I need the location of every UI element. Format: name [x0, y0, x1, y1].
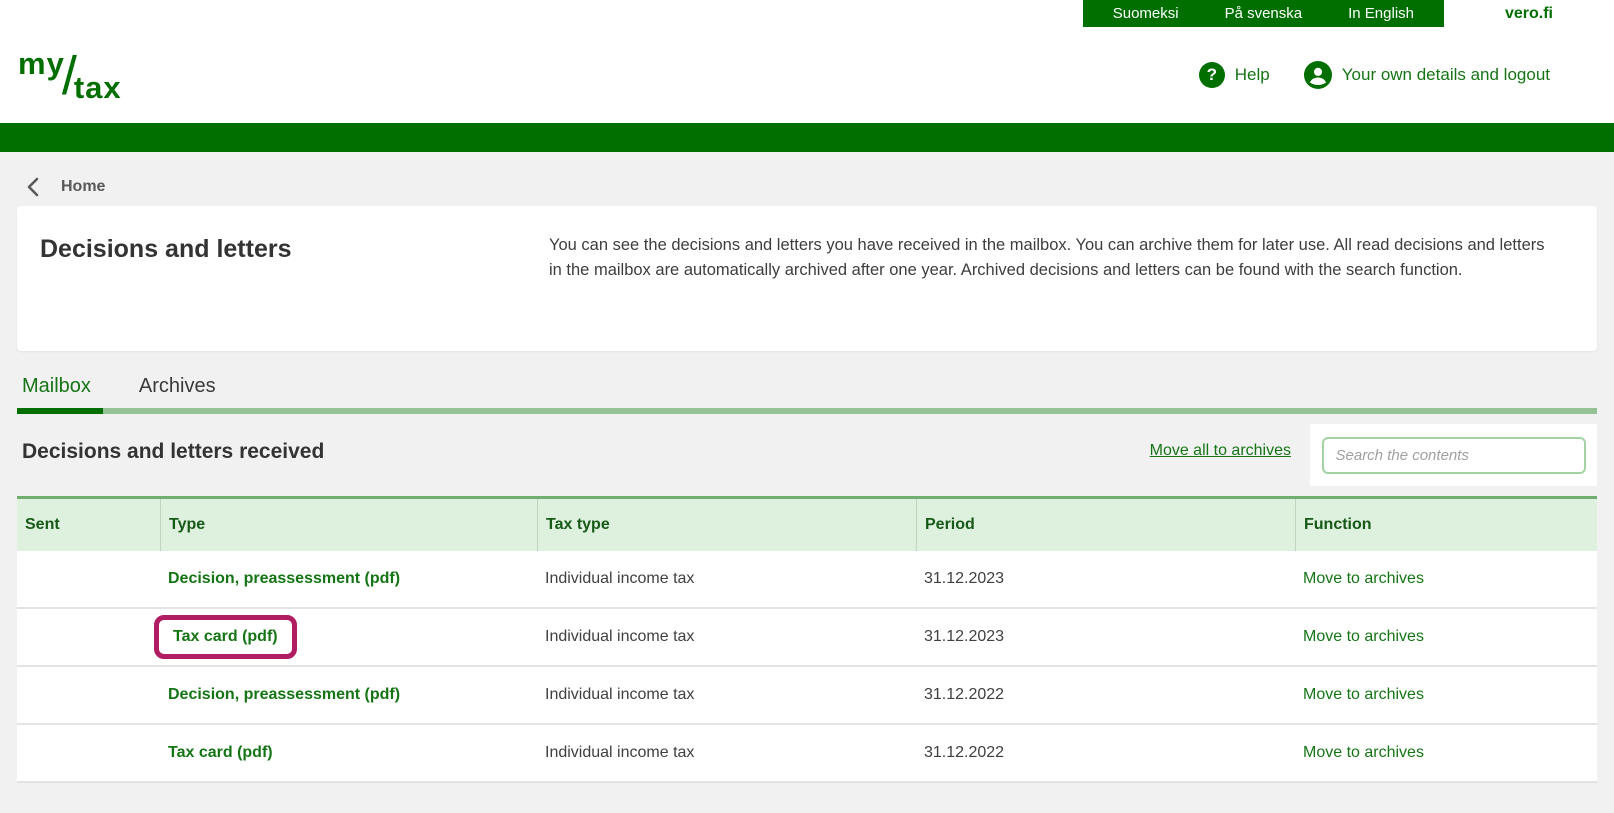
move-to-archives-link[interactable]: Move to archives	[1303, 628, 1424, 646]
move-to-archives-link[interactable]: Move to archives	[1303, 686, 1424, 704]
help-button[interactable]: ? Help	[1198, 62, 1270, 88]
main-content: Home Decisions and letters You can see t…	[0, 152, 1614, 813]
period-cell: 31.12.2023	[924, 628, 1005, 645]
move-all-to-archives-link[interactable]: Move all to archives	[1150, 442, 1291, 460]
person-icon	[1303, 61, 1332, 89]
column-header-period: Period	[916, 499, 1295, 551]
language-link-swedish[interactable]: På svenska	[1225, 5, 1303, 22]
tax-type-cell: Individual income tax	[545, 744, 695, 761]
breadcrumb[interactable]: Home	[27, 152, 1597, 206]
search-input[interactable]	[1321, 436, 1586, 474]
decisions-table: Sent Type Tax type Period Function Decis…	[17, 496, 1597, 783]
account-logout-label: Your own details and logout	[1341, 65, 1550, 84]
column-header-tax-type: Tax type	[537, 499, 916, 551]
verofi-link-wrap: vero.fi	[1444, 0, 1614, 27]
language-strip: Suomeksi På svenska In English	[1082, 0, 1444, 27]
column-header-sent: Sent	[25, 516, 60, 533]
page-title: Decisions and letters	[40, 235, 292, 263]
column-header-function: Function	[1295, 499, 1597, 551]
table-row: Decision, preassessment (pdf) Individual…	[17, 667, 1597, 725]
tax-type-cell: Individual income tax	[545, 628, 695, 645]
logo-text-tax: tax	[73, 69, 122, 105]
move-to-archives-link[interactable]: Move to archives	[1303, 744, 1424, 762]
top-language-bar: Suomeksi På svenska In English vero.fi	[0, 0, 1614, 27]
period-cell: 31.12.2022	[924, 744, 1005, 761]
document-type-link[interactable]: Tax card (pdf)	[168, 744, 273, 762]
chevron-left-icon	[27, 177, 39, 197]
active-tab-indicator	[17, 408, 103, 414]
mytax-logo[interactable]: my/tax	[18, 48, 122, 103]
green-nav-bar	[0, 123, 1614, 152]
site-header: my/tax ? Help Your own details and logou…	[0, 27, 1614, 123]
header-actions: ? Help Your own details and logout	[1198, 61, 1550, 89]
page-description: You can see the decisions and letters yo…	[549, 236, 1545, 279]
help-label: Help	[1234, 65, 1270, 84]
document-type-link[interactable]: Decision, preassessment (pdf)	[168, 570, 400, 588]
intro-card: Decisions and letters You can see the de…	[17, 206, 1597, 351]
verofi-link[interactable]: vero.fi	[1505, 5, 1553, 23]
move-to-archives-link[interactable]: Move to archives	[1303, 570, 1424, 588]
logo-text-my: my	[18, 45, 65, 81]
received-section-header: Decisions and letters received Move all …	[17, 424, 1597, 496]
tab-mailbox[interactable]: Mailbox	[22, 375, 91, 408]
tax-type-cell: Individual income tax	[545, 570, 695, 587]
column-header-type: Type	[160, 499, 537, 551]
search-box-container	[1310, 424, 1597, 486]
document-type-link[interactable]: Tax card (pdf)	[154, 615, 297, 659]
table-row: Tax card (pdf) Individual income tax 31.…	[17, 725, 1597, 783]
help-icon: ?	[1198, 62, 1225, 88]
language-link-english[interactable]: In English	[1348, 5, 1414, 22]
breadcrumb-home-link[interactable]: Home	[61, 178, 105, 196]
tabs: Mailbox Archives	[17, 375, 1597, 414]
tax-type-cell: Individual income tax	[545, 686, 695, 703]
language-link-finnish[interactable]: Suomeksi	[1113, 5, 1179, 22]
table-header-row: Sent Type Tax type Period Function	[17, 499, 1597, 551]
table-row: Decision, preassessment (pdf) Individual…	[17, 551, 1597, 609]
period-cell: 31.12.2022	[924, 686, 1005, 703]
document-type-link[interactable]: Decision, preassessment (pdf)	[168, 686, 400, 704]
table-body: Decision, preassessment (pdf) Individual…	[17, 551, 1597, 783]
period-cell: 31.12.2023	[924, 570, 1005, 587]
tab-underline-track	[17, 408, 1597, 414]
tab-labels: Mailbox Archives	[17, 375, 1597, 408]
account-logout-button[interactable]: Your own details and logout	[1303, 61, 1550, 89]
tab-archives[interactable]: Archives	[139, 375, 216, 408]
table-row: Tax card (pdf) Individual income tax 31.…	[17, 609, 1597, 667]
